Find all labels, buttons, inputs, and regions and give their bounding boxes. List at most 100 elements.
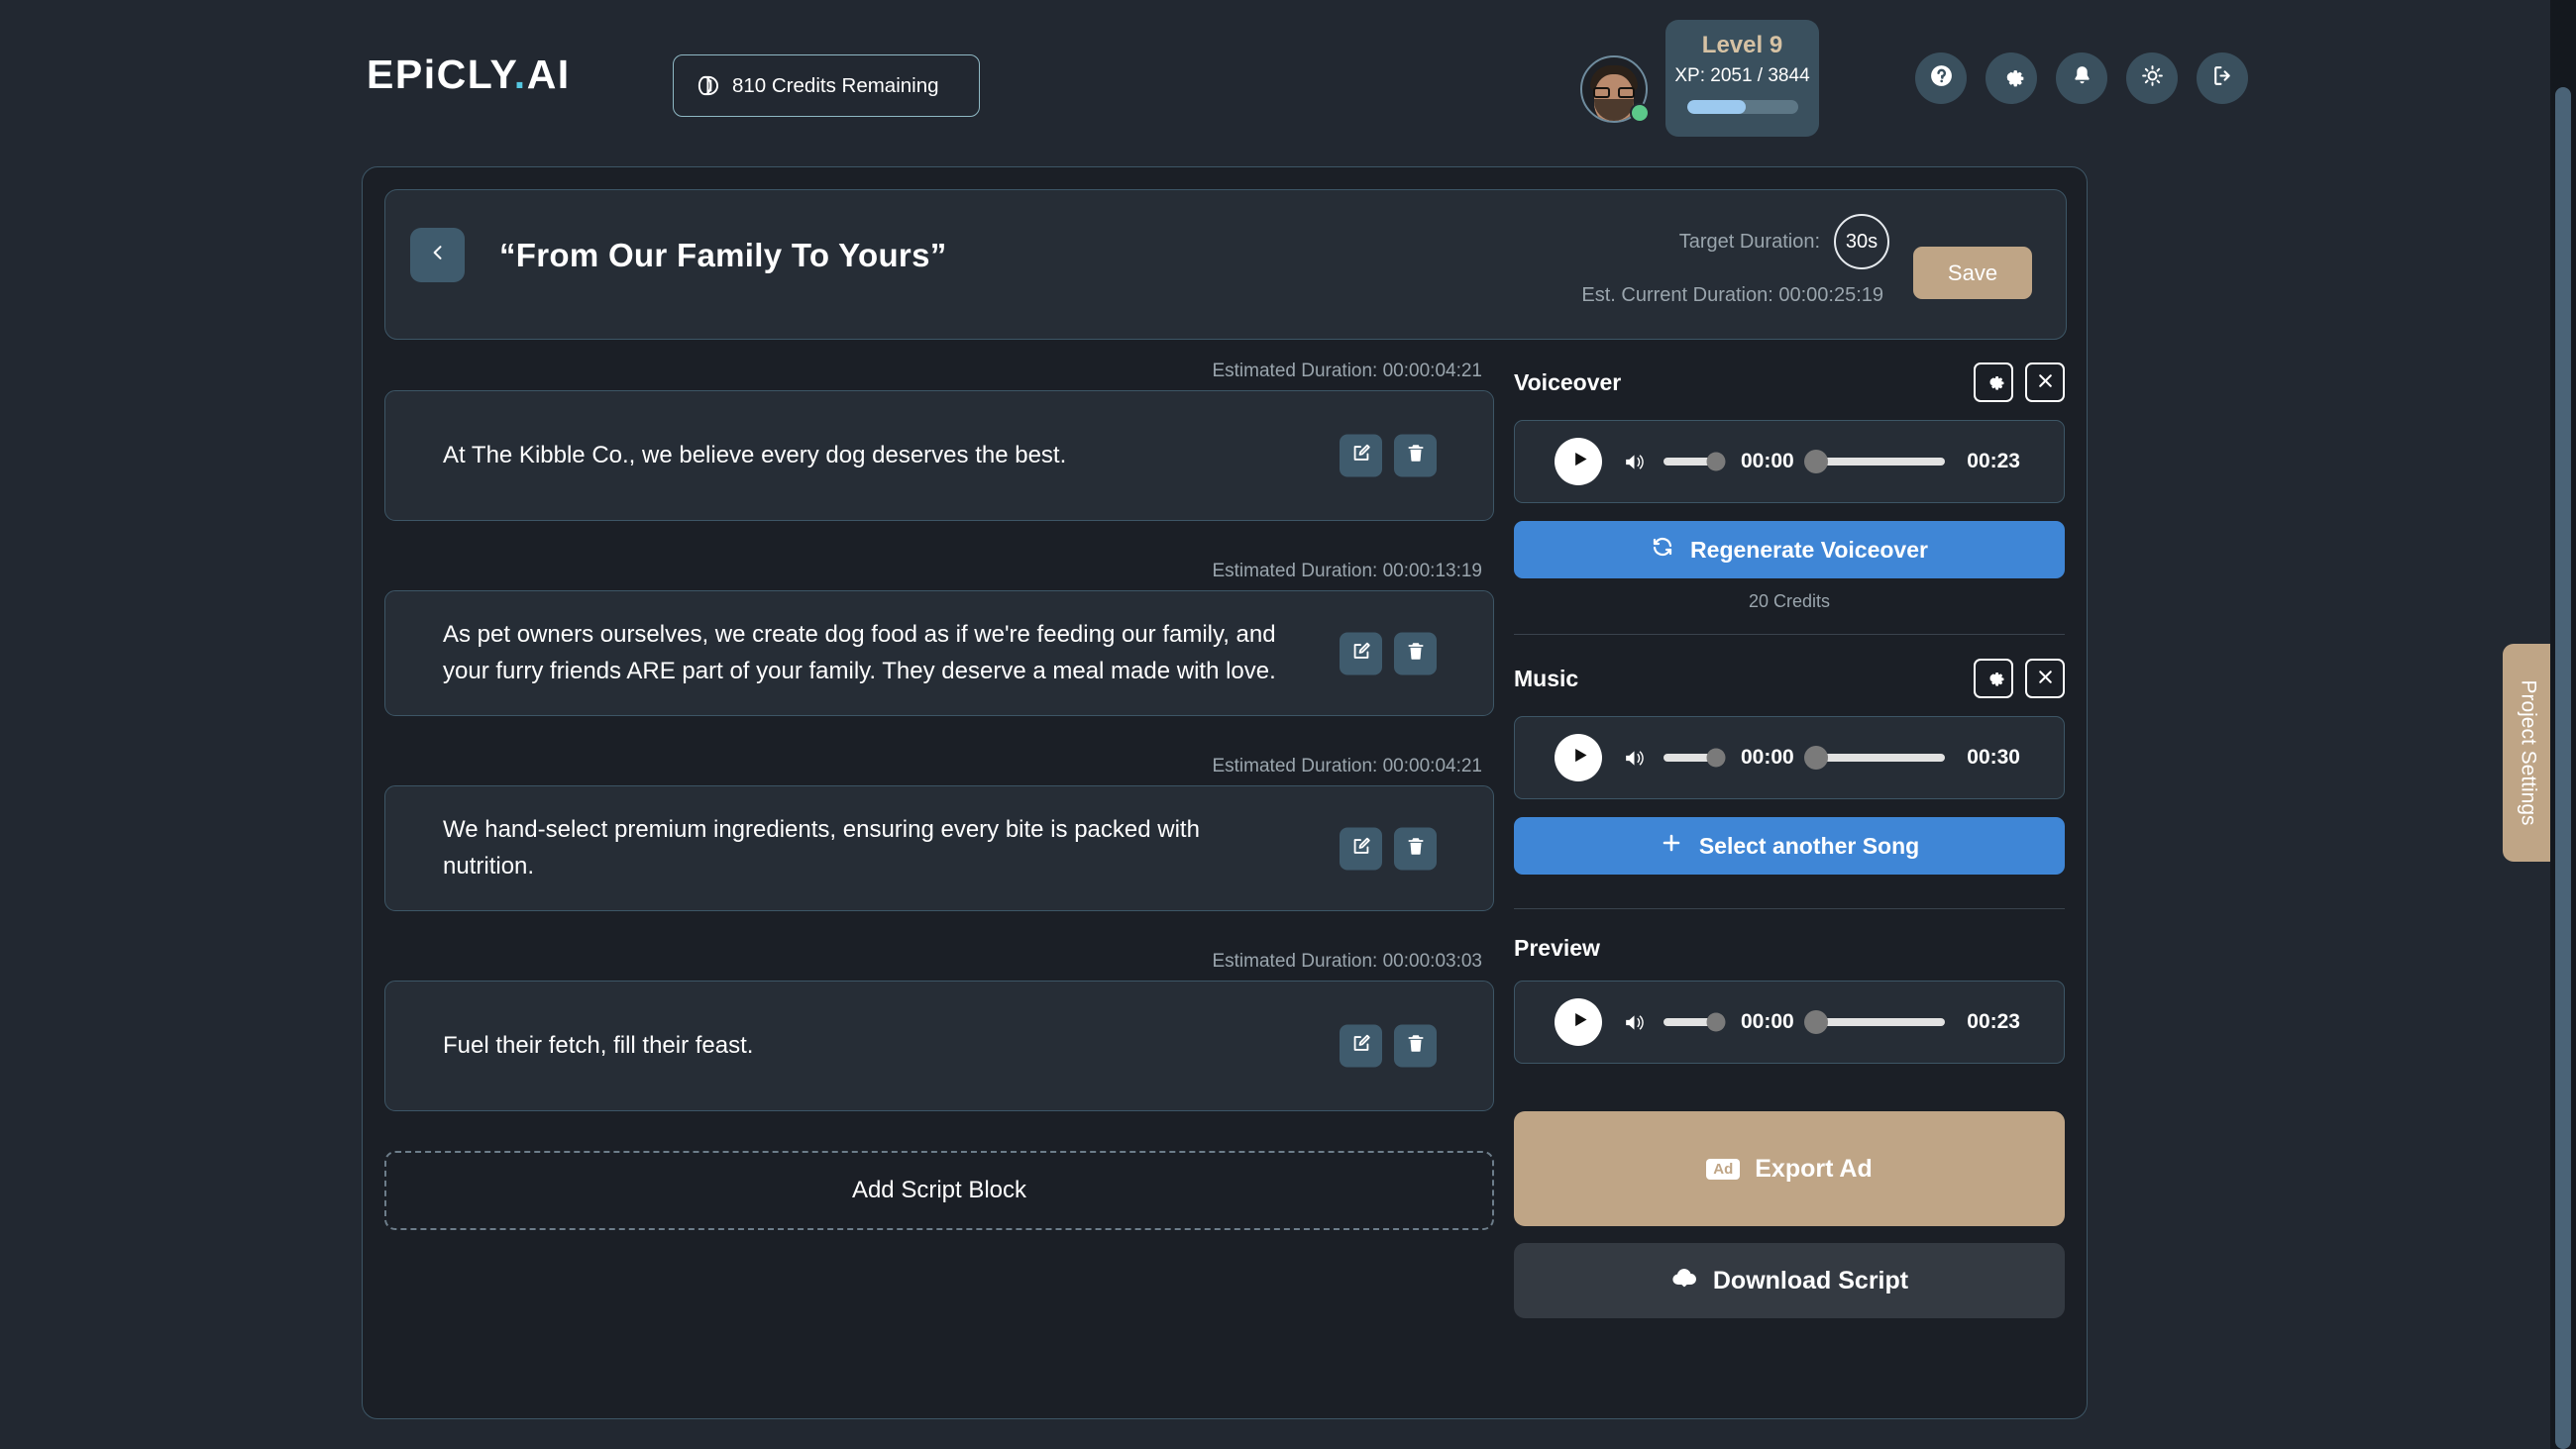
volume-slider-thumb[interactable] (1706, 452, 1726, 471)
target-duration-value[interactable]: 30s (1834, 214, 1889, 269)
close-icon (2035, 667, 2056, 690)
notifications-icon-button[interactable] (2056, 52, 2107, 104)
play-button[interactable] (1555, 438, 1602, 485)
trash-icon (1405, 835, 1427, 862)
close-icon (2035, 370, 2056, 394)
page-title: “From Our Family To Yours” (499, 237, 947, 273)
delete-block-button[interactable] (1394, 632, 1437, 674)
volume-slider[interactable] (1664, 748, 1726, 768)
progress-slider-thumb[interactable] (1803, 746, 1828, 770)
duration-info: Target Duration: 30s Est. Current Durati… (1473, 214, 1889, 307)
volume-icon[interactable] (1622, 450, 1647, 474)
volume-slider[interactable] (1664, 1012, 1726, 1032)
total-time: 00:30 (1967, 746, 2020, 769)
music-settings-button[interactable] (1974, 659, 2013, 698)
bell-icon (2070, 63, 2094, 93)
script-block[interactable]: Fuel their fetch, fill their feast. (384, 981, 1494, 1111)
voiceover-close-button[interactable] (2025, 362, 2065, 402)
save-button[interactable]: Save (1913, 247, 2032, 299)
credits-badge[interactable]: 810 Credits Remaining (673, 54, 980, 117)
script-block-actions (1340, 434, 1437, 477)
avatar[interactable] (1580, 55, 1650, 123)
volume-slider-thumb[interactable] (1706, 1012, 1726, 1032)
logout-icon (2210, 63, 2235, 93)
edit-icon (1350, 1033, 1372, 1060)
script-block-actions (1340, 827, 1437, 870)
play-icon (1566, 745, 1590, 771)
script-block[interactable]: We hand-select premium ingredients, ensu… (384, 785, 1494, 911)
select-another-song-label: Select another Song (1698, 832, 1920, 859)
logout-icon-button[interactable] (2197, 52, 2248, 104)
script-block-group: Estimated Duration: 00:00:03:03 Fuel the… (384, 951, 1494, 1111)
music-player[interactable]: 00:00 00:30 (1514, 716, 2065, 799)
preview-player[interactable]: 00:00 00:23 (1514, 981, 2065, 1064)
download-script-button[interactable]: Download Script (1514, 1243, 2065, 1318)
volume-slider[interactable] (1664, 452, 1726, 471)
progress-slider[interactable] (1803, 450, 1946, 473)
trash-icon (1405, 1033, 1427, 1060)
export-ad-label: Export Ad (1755, 1154, 1873, 1183)
total-time: 00:23 (1967, 450, 2020, 472)
script-block[interactable]: As pet owners ourselves, we create dog f… (384, 590, 1494, 716)
logo-dot: . (513, 52, 527, 97)
user-zone: Level 9 XP: 2051 / 3844 (1580, 20, 2248, 137)
theme-icon-button[interactable] (2126, 52, 2178, 104)
voiceover-settings-button[interactable] (1974, 362, 2013, 402)
select-another-song-button[interactable]: Select another Song (1514, 817, 2065, 875)
regenerate-voiceover-label: Regenerate Voiceover (1690, 536, 1928, 563)
page-scrollbar[interactable] (2550, 0, 2576, 1449)
add-script-block-button[interactable]: Add Script Block (384, 1151, 1494, 1230)
play-button[interactable] (1555, 734, 1602, 781)
delete-block-button[interactable] (1394, 827, 1437, 870)
delete-block-button[interactable] (1394, 434, 1437, 477)
delete-block-button[interactable] (1394, 1024, 1437, 1068)
progress-slider[interactable] (1803, 746, 1946, 770)
help-icon-button[interactable] (1915, 52, 1967, 104)
script-block-text: We hand-select premium ingredients, ensu… (443, 816, 1200, 880)
settings-icon-button[interactable] (1986, 52, 2037, 104)
music-close-button[interactable] (2025, 659, 2065, 698)
play-icon (1566, 449, 1590, 474)
regenerate-voiceover-button[interactable]: Regenerate Voiceover (1514, 521, 2065, 578)
header-icon-buttons (1915, 52, 2248, 104)
back-button[interactable] (410, 228, 465, 282)
status-online-indicator (1630, 103, 1650, 123)
app-logo[interactable]: EPiCLY.AI (367, 52, 571, 98)
project-settings-label: Project Settings (2518, 679, 2541, 826)
sun-icon (2140, 63, 2165, 93)
voiceover-player[interactable]: 00:00 00:23 (1514, 420, 2065, 503)
script-block[interactable]: At The Kibble Co., we believe every dog … (384, 390, 1494, 521)
edit-block-button[interactable] (1340, 632, 1382, 674)
block-duration-label: Estimated Duration: 00:00:13:19 (1212, 561, 1482, 581)
top-bar: EPiCLY.AI 810 Credits Remaining Level 9 … (0, 0, 2576, 147)
edit-icon (1350, 835, 1372, 862)
media-panel: Voiceover 00:00 00:23 Regenerate Voiceov… (1514, 361, 2065, 1318)
volume-icon[interactable] (1622, 746, 1647, 771)
script-block-group: Estimated Duration: 00:00:04:21 We hand-… (384, 756, 1494, 911)
current-time: 00:00 (1741, 1010, 1794, 1033)
chevron-left-icon (428, 243, 448, 267)
logo-name: EPiCLY (367, 52, 514, 97)
volume-slider-thumb[interactable] (1706, 748, 1726, 768)
progress-slider[interactable] (1803, 1010, 1946, 1034)
project-settings-tab[interactable]: Project Settings (2503, 644, 2554, 862)
edit-block-button[interactable] (1340, 1024, 1382, 1068)
page-scrollbar-thumb[interactable] (2555, 87, 2571, 1449)
volume-icon[interactable] (1622, 1010, 1647, 1035)
progress-slider-thumb[interactable] (1803, 1010, 1828, 1034)
script-block-text: As pet owners ourselves, we create dog f… (443, 621, 1276, 684)
preview-section: Preview 00:00 00:23 (1514, 931, 2065, 1064)
export-ad-button[interactable]: Ad Export Ad (1514, 1111, 2065, 1226)
current-time: 00:00 (1741, 450, 1794, 472)
level-card[interactable]: Level 9 XP: 2051 / 3844 (1665, 20, 1819, 137)
progress-slider-thumb[interactable] (1803, 450, 1828, 473)
xp-progress-fill (1686, 100, 1746, 114)
play-button[interactable] (1555, 998, 1602, 1046)
script-block-group: Estimated Duration: 00:00:13:19 As pet o… (384, 561, 1494, 716)
gear-icon (1984, 667, 2004, 690)
script-blocks-list: Estimated Duration: 00:00:04:21 At The K… (384, 361, 1494, 1230)
refresh-icon (1651, 535, 1674, 565)
script-block-group: Estimated Duration: 00:00:04:21 At The K… (384, 361, 1494, 521)
edit-block-button[interactable] (1340, 827, 1382, 870)
edit-block-button[interactable] (1340, 434, 1382, 477)
